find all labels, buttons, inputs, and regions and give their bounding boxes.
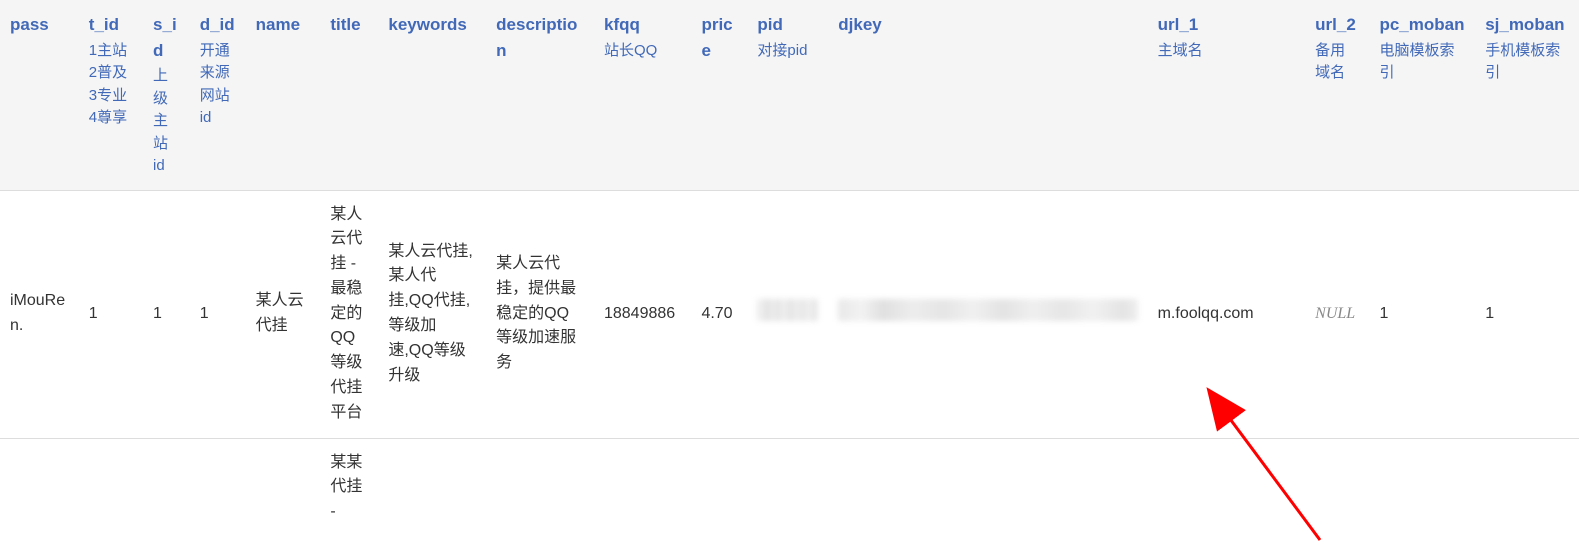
null-value: NULL — [1315, 305, 1355, 322]
cell-keywords[interactable]: 某人云代挂,某人代挂,QQ代挂,等级加速,QQ等级升级 — [378, 190, 486, 438]
redacted-value — [757, 299, 818, 321]
cell-d-id[interactable] — [190, 438, 246, 537]
cell-djkey[interactable] — [828, 190, 1147, 438]
header-sub: 上级主站id — [153, 65, 180, 178]
header-sub: 备用域名 — [1315, 40, 1359, 85]
cell-t-id[interactable]: 1 — [79, 190, 143, 438]
data-table-container: pass t_id 1主站2普及3专业4尊享 s_id 上级主站id d_id 开通来… — [0, 0, 1579, 537]
col-djkey[interactable]: djkey — [828, 0, 1147, 190]
cell-d-id[interactable]: 1 — [190, 190, 246, 438]
redacted-value — [838, 299, 1137, 321]
cell-pid[interactable] — [747, 190, 828, 438]
header-sub: 站长QQ — [604, 40, 681, 63]
table-row[interactable]: 某某代挂 - — [0, 438, 1579, 537]
header-label: pass — [10, 15, 49, 34]
header-label: description — [496, 15, 577, 60]
header-row: pass t_id 1主站2普及3专业4尊享 s_id 上级主站id d_id 开通来… — [0, 0, 1579, 190]
cell-url-1[interactable]: m.foolqq.com — [1148, 190, 1306, 438]
cell-url-2[interactable]: NULL — [1305, 190, 1369, 438]
cell-name[interactable]: 某人云代挂 — [246, 190, 321, 438]
col-sj-moban[interactable]: sj_moban 手机模板索引 — [1475, 0, 1579, 190]
data-table: pass t_id 1主站2普及3专业4尊享 s_id 上级主站id d_id 开通来… — [0, 0, 1579, 537]
header-sub: 对接pid — [757, 40, 818, 63]
col-description[interactable]: description — [486, 0, 594, 190]
col-pc-moban[interactable]: pc_moban 电脑模板索引 — [1369, 0, 1475, 190]
cell-pid[interactable] — [747, 438, 828, 537]
cell-sj-moban[interactable] — [1475, 438, 1579, 537]
header-sub: 电脑模板索引 — [1379, 40, 1465, 85]
col-name[interactable]: name — [246, 0, 321, 190]
col-pid[interactable]: pid 对接pid — [747, 0, 828, 190]
cell-url-1[interactable] — [1148, 438, 1306, 537]
header-label: url_1 — [1158, 15, 1199, 34]
header-label: pc_moban — [1379, 15, 1464, 34]
col-t-id[interactable]: t_id 1主站2普及3专业4尊享 — [79, 0, 143, 190]
cell-t-id[interactable] — [79, 438, 143, 537]
cell-kfqq[interactable]: 18849886 — [594, 190, 691, 438]
col-pass[interactable]: pass — [0, 0, 79, 190]
cell-pass[interactable]: iMouRen. — [0, 190, 79, 438]
cell-djkey[interactable] — [828, 438, 1147, 537]
col-keywords[interactable]: keywords — [378, 0, 486, 190]
cell-s-id[interactable] — [143, 438, 190, 537]
table-header: pass t_id 1主站2普及3专业4尊享 s_id 上级主站id d_id 开通来… — [0, 0, 1579, 190]
header-label: url_2 — [1315, 15, 1356, 34]
col-price[interactable]: price — [691, 0, 747, 190]
cell-pc-moban[interactable]: 1 — [1369, 190, 1475, 438]
cell-title[interactable]: 某某代挂 - — [320, 438, 378, 537]
col-kfqq[interactable]: kfqq 站长QQ — [594, 0, 691, 190]
col-d-id[interactable]: d_id 开通来源网站id — [190, 0, 246, 190]
header-label: djkey — [838, 15, 881, 34]
header-label: kfqq — [604, 15, 640, 34]
table-body: iMouRen. 1 1 1 某人云代挂 某人云代挂 - 最稳定的QQ等级代挂平… — [0, 190, 1579, 537]
header-label: title — [330, 15, 360, 34]
cell-name[interactable] — [246, 438, 321, 537]
cell-price[interactable] — [691, 438, 747, 537]
table-row[interactable]: iMouRen. 1 1 1 某人云代挂 某人云代挂 - 最稳定的QQ等级代挂平… — [0, 190, 1579, 438]
cell-pc-moban[interactable] — [1369, 438, 1475, 537]
header-label: sj_moban — [1485, 15, 1564, 34]
col-url-1[interactable]: url_1 主域名 — [1148, 0, 1306, 190]
cell-pass[interactable] — [0, 438, 79, 537]
header-label: d_id — [200, 15, 235, 34]
col-url-2[interactable]: url_2 备用域名 — [1305, 0, 1369, 190]
cell-title[interactable]: 某人云代挂 - 最稳定的QQ等级代挂平台 — [320, 190, 378, 438]
cell-description[interactable] — [486, 438, 594, 537]
header-label: t_id — [89, 15, 119, 34]
header-label: keywords — [388, 15, 466, 34]
cell-url-2[interactable] — [1305, 438, 1369, 537]
header-sub: 开通来源网站id — [200, 40, 236, 130]
header-sub: 1主站2普及3专业4尊享 — [89, 40, 133, 130]
cell-price[interactable]: 4.70 — [691, 190, 747, 438]
header-sub: 主域名 — [1158, 40, 1296, 63]
header-label: s_id — [153, 15, 177, 60]
cell-sj-moban[interactable]: 1 — [1475, 190, 1579, 438]
cell-keywords[interactable] — [378, 438, 486, 537]
header-label: name — [256, 15, 300, 34]
col-title[interactable]: title — [320, 0, 378, 190]
cell-s-id[interactable]: 1 — [143, 190, 190, 438]
cell-kfqq[interactable] — [594, 438, 691, 537]
cell-description[interactable]: 某人云代挂，提供最稳定的QQ等级加速服务 — [486, 190, 594, 438]
header-label: pid — [757, 15, 783, 34]
header-sub: 手机模板索引 — [1485, 40, 1569, 85]
header-label: price — [701, 15, 732, 60]
col-s-id[interactable]: s_id 上级主站id — [143, 0, 190, 190]
